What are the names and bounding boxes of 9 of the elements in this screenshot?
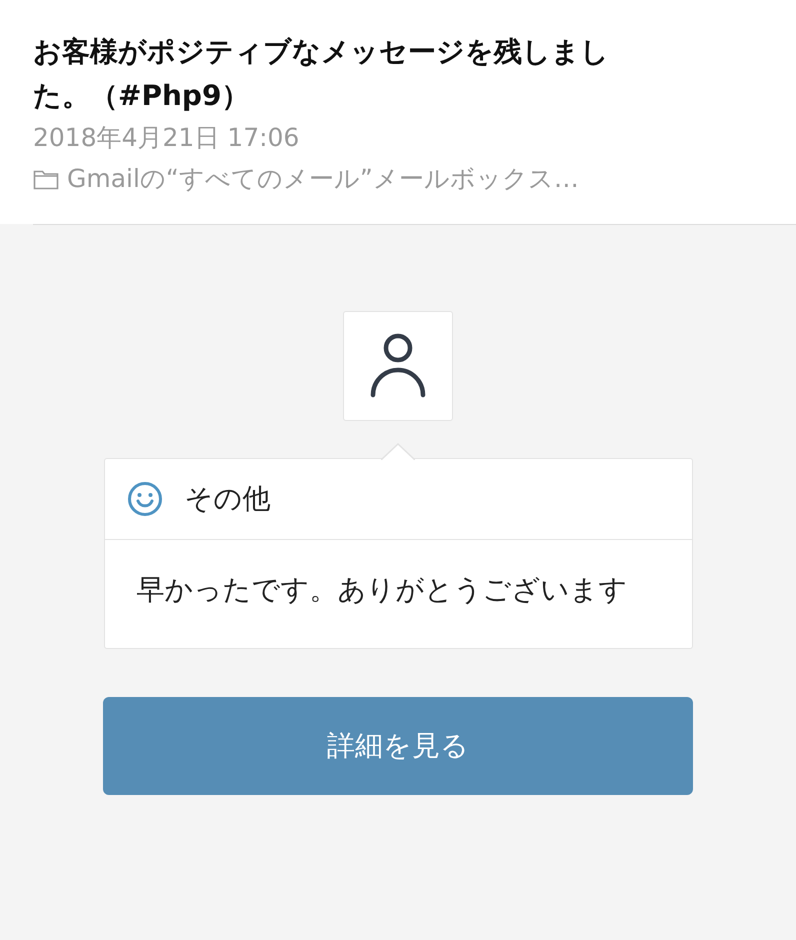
message-title: お客様がポジティブなメッセージを残しました。（#Php9） [33, 34, 610, 114]
smiley-icon [126, 481, 162, 517]
feedback-message: 早かったです。ありがとうございます [136, 572, 628, 608]
category-label: その他 [184, 481, 270, 517]
mailbox-label: Gmailの“すべてのメール”メールボックス… [67, 163, 579, 195]
view-details-button[interactable]: 詳細を見る [103, 697, 693, 795]
message-date: 2018年4月21日 17:06 [33, 122, 300, 154]
folder-icon [33, 168, 59, 190]
person-icon [368, 333, 428, 399]
